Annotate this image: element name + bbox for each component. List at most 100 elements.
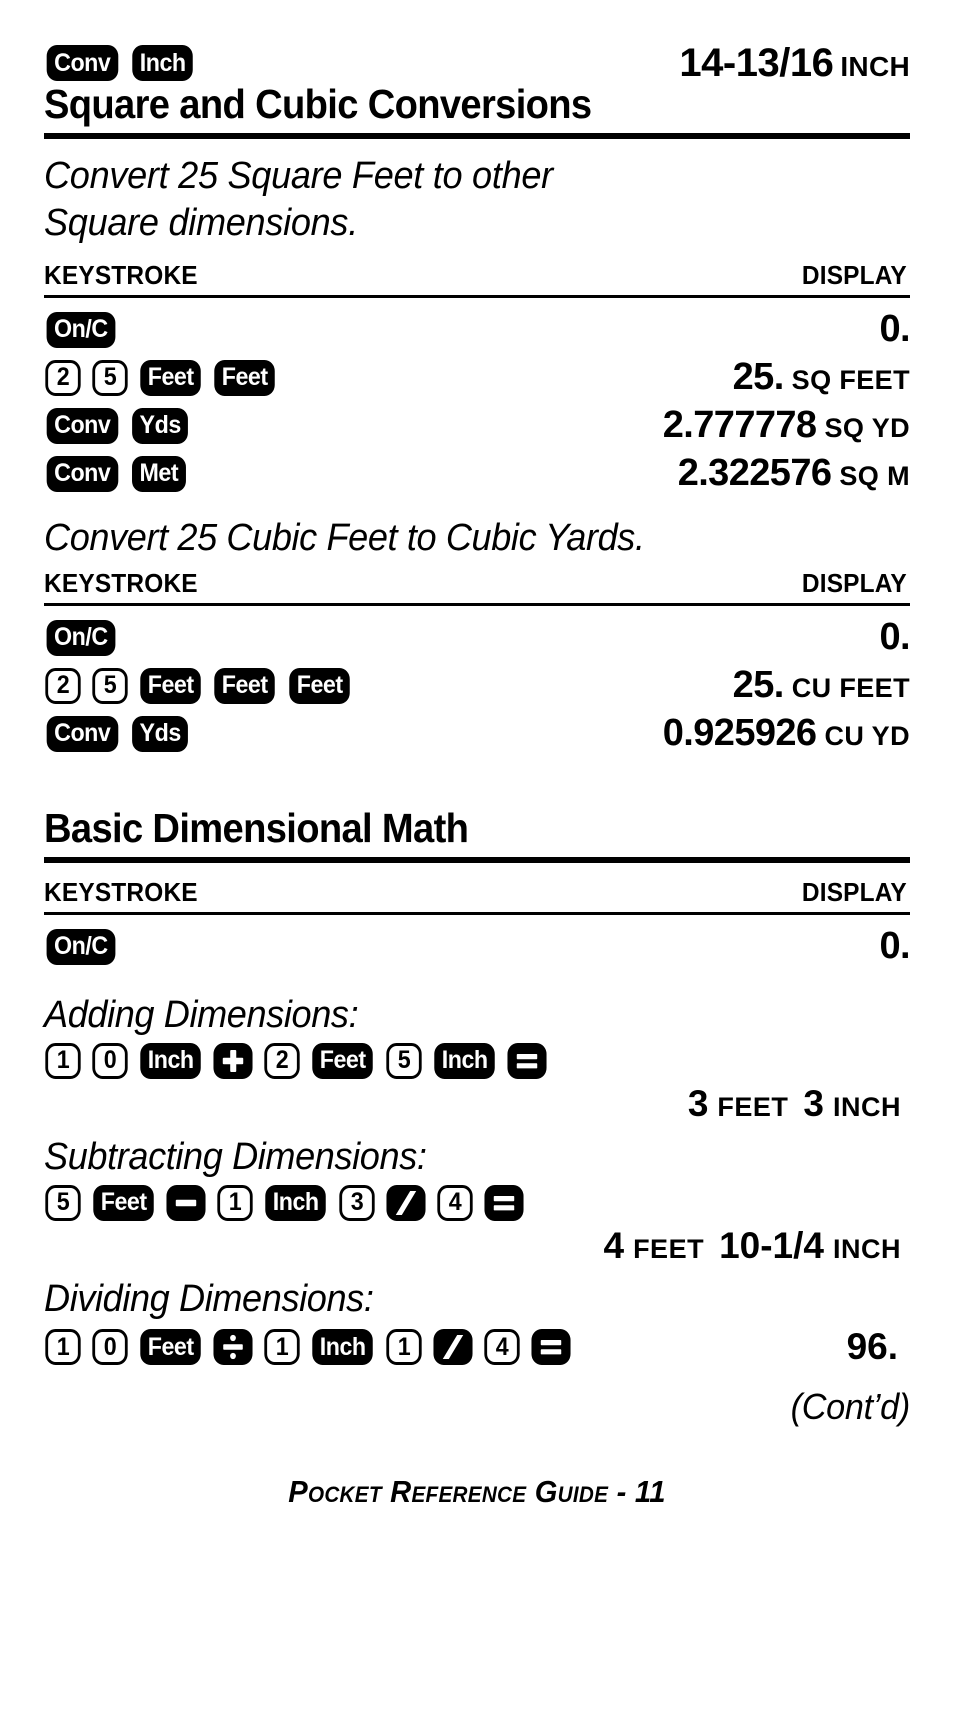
key-inch[interactable]: Inch <box>131 45 193 81</box>
display-unit: SQ M <box>839 461 910 492</box>
operation-label: Dividing Dimensions: <box>44 1277 374 1320</box>
header-display-value: 14-13/16 <box>679 40 834 85</box>
section1-intro: Convert 25 Square Feet to other Square d… <box>44 153 867 246</box>
operation-result: 3 FEET 3 INCH <box>44 1083 910 1125</box>
operation-keystroke-row: 1 0 Feet 1 Inch 1 4 96. <box>44 1326 910 1368</box>
section2-rows: On/C 0. 2 5 Feet Feet Feet 25. CU FEET Conv Yds 0.9… <box>44 616 911 755</box>
display-cell: 2.777778 SQ YD <box>190 404 910 447</box>
operation-keystroke-row: 1 0 Inch 2 Feet 5 Inch <box>44 1042 910 1079</box>
section1-title-rule <box>44 132 910 139</box>
keystroke-group: 5 Feet 1 Inch 3 4 <box>44 1184 525 1221</box>
display-value: 0.925926 <box>662 712 817 755</box>
operation-label: Adding Dimensions: <box>44 994 359 1037</box>
key-inch[interactable]: Inch <box>312 1329 374 1366</box>
key-feet[interactable]: Feet <box>140 667 202 704</box>
result-value: 3 <box>803 1082 824 1124</box>
key-5[interactable]: 5 <box>386 1042 422 1079</box>
key-5[interactable]: 5 <box>45 1184 81 1221</box>
keystroke-group: Conv Met <box>44 455 187 492</box>
key-conv[interactable]: Conv <box>46 715 118 752</box>
key-feet[interactable]: Feet <box>312 1042 374 1079</box>
key-3[interactable]: 3 <box>339 1184 375 1221</box>
keystroke-group: 2 5 Feet Feet Feet <box>44 667 352 704</box>
equals-key-icon[interactable] <box>531 1329 571 1366</box>
key-inch[interactable]: Inch <box>140 1042 202 1079</box>
key-feet[interactable]: Feet <box>140 1329 202 1366</box>
equals-key-icon[interactable] <box>507 1042 547 1079</box>
key-conv[interactable]: Conv <box>46 455 118 492</box>
key-met[interactable]: Met <box>131 455 186 492</box>
key-feet[interactable]: Feet <box>214 667 276 704</box>
key-5[interactable]: 5 <box>92 667 128 704</box>
keystroke-row: On/C 0. <box>44 925 911 968</box>
slash-key-icon[interactable] <box>433 1329 473 1366</box>
display-cell: 0. <box>118 616 911 659</box>
section1-col-display: DISPLAY <box>801 260 907 291</box>
key-1[interactable]: 1 <box>264 1329 301 1366</box>
operation-label: Subtracting Dimensions: <box>44 1135 427 1178</box>
keystroke-row: 2 5 Feet Feet 25. SQ FEET <box>44 356 910 399</box>
key-inch[interactable]: Inch <box>434 1042 495 1079</box>
keystroke-row: 2 5 Feet Feet Feet 25. CU FEET <box>44 664 910 707</box>
keystroke-row: On/C 0. <box>44 308 911 351</box>
result-value: 10-1/4 <box>719 1224 824 1266</box>
key-2[interactable]: 2 <box>45 667 81 704</box>
key-feet[interactable]: Feet <box>289 667 350 704</box>
key-on-c[interactable]: On/C <box>46 928 116 965</box>
result-value: 4 <box>603 1224 625 1266</box>
key-feet[interactable]: Feet <box>93 1184 155 1221</box>
key-on-c[interactable]: On/C <box>46 619 116 656</box>
keystroke-row: Conv Yds 2.777778 SQ YD <box>44 404 910 447</box>
key-4[interactable]: 4 <box>437 1184 473 1221</box>
keystroke-group: On/C <box>44 928 118 965</box>
display-cell: 25. SQ FEET <box>278 356 910 399</box>
plus-key-icon[interactable] <box>213 1042 253 1079</box>
keystroke-group: 2 5 Feet Feet <box>44 359 278 396</box>
section3-column-headers: KEYSTROKE DISPLAY <box>44 877 907 908</box>
key-feet[interactable]: Feet <box>140 359 202 396</box>
reference-guide-page: Conv Inch 14-13/16 INCH Square and Cubic C… <box>0 0 954 1712</box>
key-2[interactable]: 2 <box>45 359 81 396</box>
section1-col-keystroke: KEYSTROKE <box>44 260 198 291</box>
display-value: 2.777778 <box>662 404 817 447</box>
equals-key-icon[interactable] <box>484 1184 524 1221</box>
divide-key-icon[interactable] <box>213 1329 253 1366</box>
key-feet[interactable]: Feet <box>214 359 276 396</box>
section3-col-display: DISPLAY <box>801 877 907 908</box>
key-0[interactable]: 0 <box>92 1329 128 1366</box>
page-footer: Pocket Reference Guide - 11 <box>288 1474 666 1510</box>
keystroke-group: On/C <box>44 619 118 656</box>
header-display-unit: INCH <box>840 50 910 82</box>
result-unit: INCH <box>833 1233 901 1264</box>
key-1[interactable]: 1 <box>45 1329 81 1366</box>
key-inch[interactable]: Inch <box>265 1184 327 1221</box>
key-conv[interactable]: Conv <box>46 407 118 444</box>
key-0[interactable]: 0 <box>92 1042 128 1079</box>
key-conv[interactable]: Conv <box>46 45 118 81</box>
header-keystroke-group: Conv Inch <box>44 45 195 81</box>
result-unit: FEET <box>717 1091 789 1122</box>
key-1[interactable]: 1 <box>45 1042 81 1079</box>
key-yds[interactable]: Yds <box>131 407 188 444</box>
key-yds[interactable]: Yds <box>131 715 188 752</box>
key-1[interactable]: 1 <box>217 1184 254 1221</box>
continued-note: (Cont’d) <box>790 1386 911 1428</box>
display-value: 0. <box>879 925 911 968</box>
display-unit: SQ FEET <box>791 365 910 396</box>
display-cell: 0.925926 CU YD <box>190 712 910 755</box>
key-2[interactable]: 2 <box>264 1042 301 1079</box>
section1-intro-line1: Convert 25 Square Feet to other <box>44 154 553 197</box>
minus-key-icon[interactable] <box>166 1184 206 1221</box>
operation-result: 4 FEET 10-1/4 INCH <box>44 1225 910 1267</box>
keystroke-group: 1 0 Inch 2 Feet 5 Inch <box>44 1042 548 1079</box>
display-unit: CU FEET <box>791 673 910 704</box>
key-4[interactable]: 4 <box>484 1329 520 1366</box>
keystroke-group: Conv Yds <box>44 407 190 444</box>
key-1[interactable]: 1 <box>386 1329 422 1366</box>
key-5[interactable]: 5 <box>92 359 128 396</box>
section3-col-keystroke: KEYSTROKE <box>44 877 198 908</box>
key-on-c[interactable]: On/C <box>46 311 116 348</box>
slash-key-icon[interactable] <box>386 1184 426 1221</box>
operation-result: 96. <box>572 1326 910 1368</box>
display-value: 25. <box>732 356 785 399</box>
